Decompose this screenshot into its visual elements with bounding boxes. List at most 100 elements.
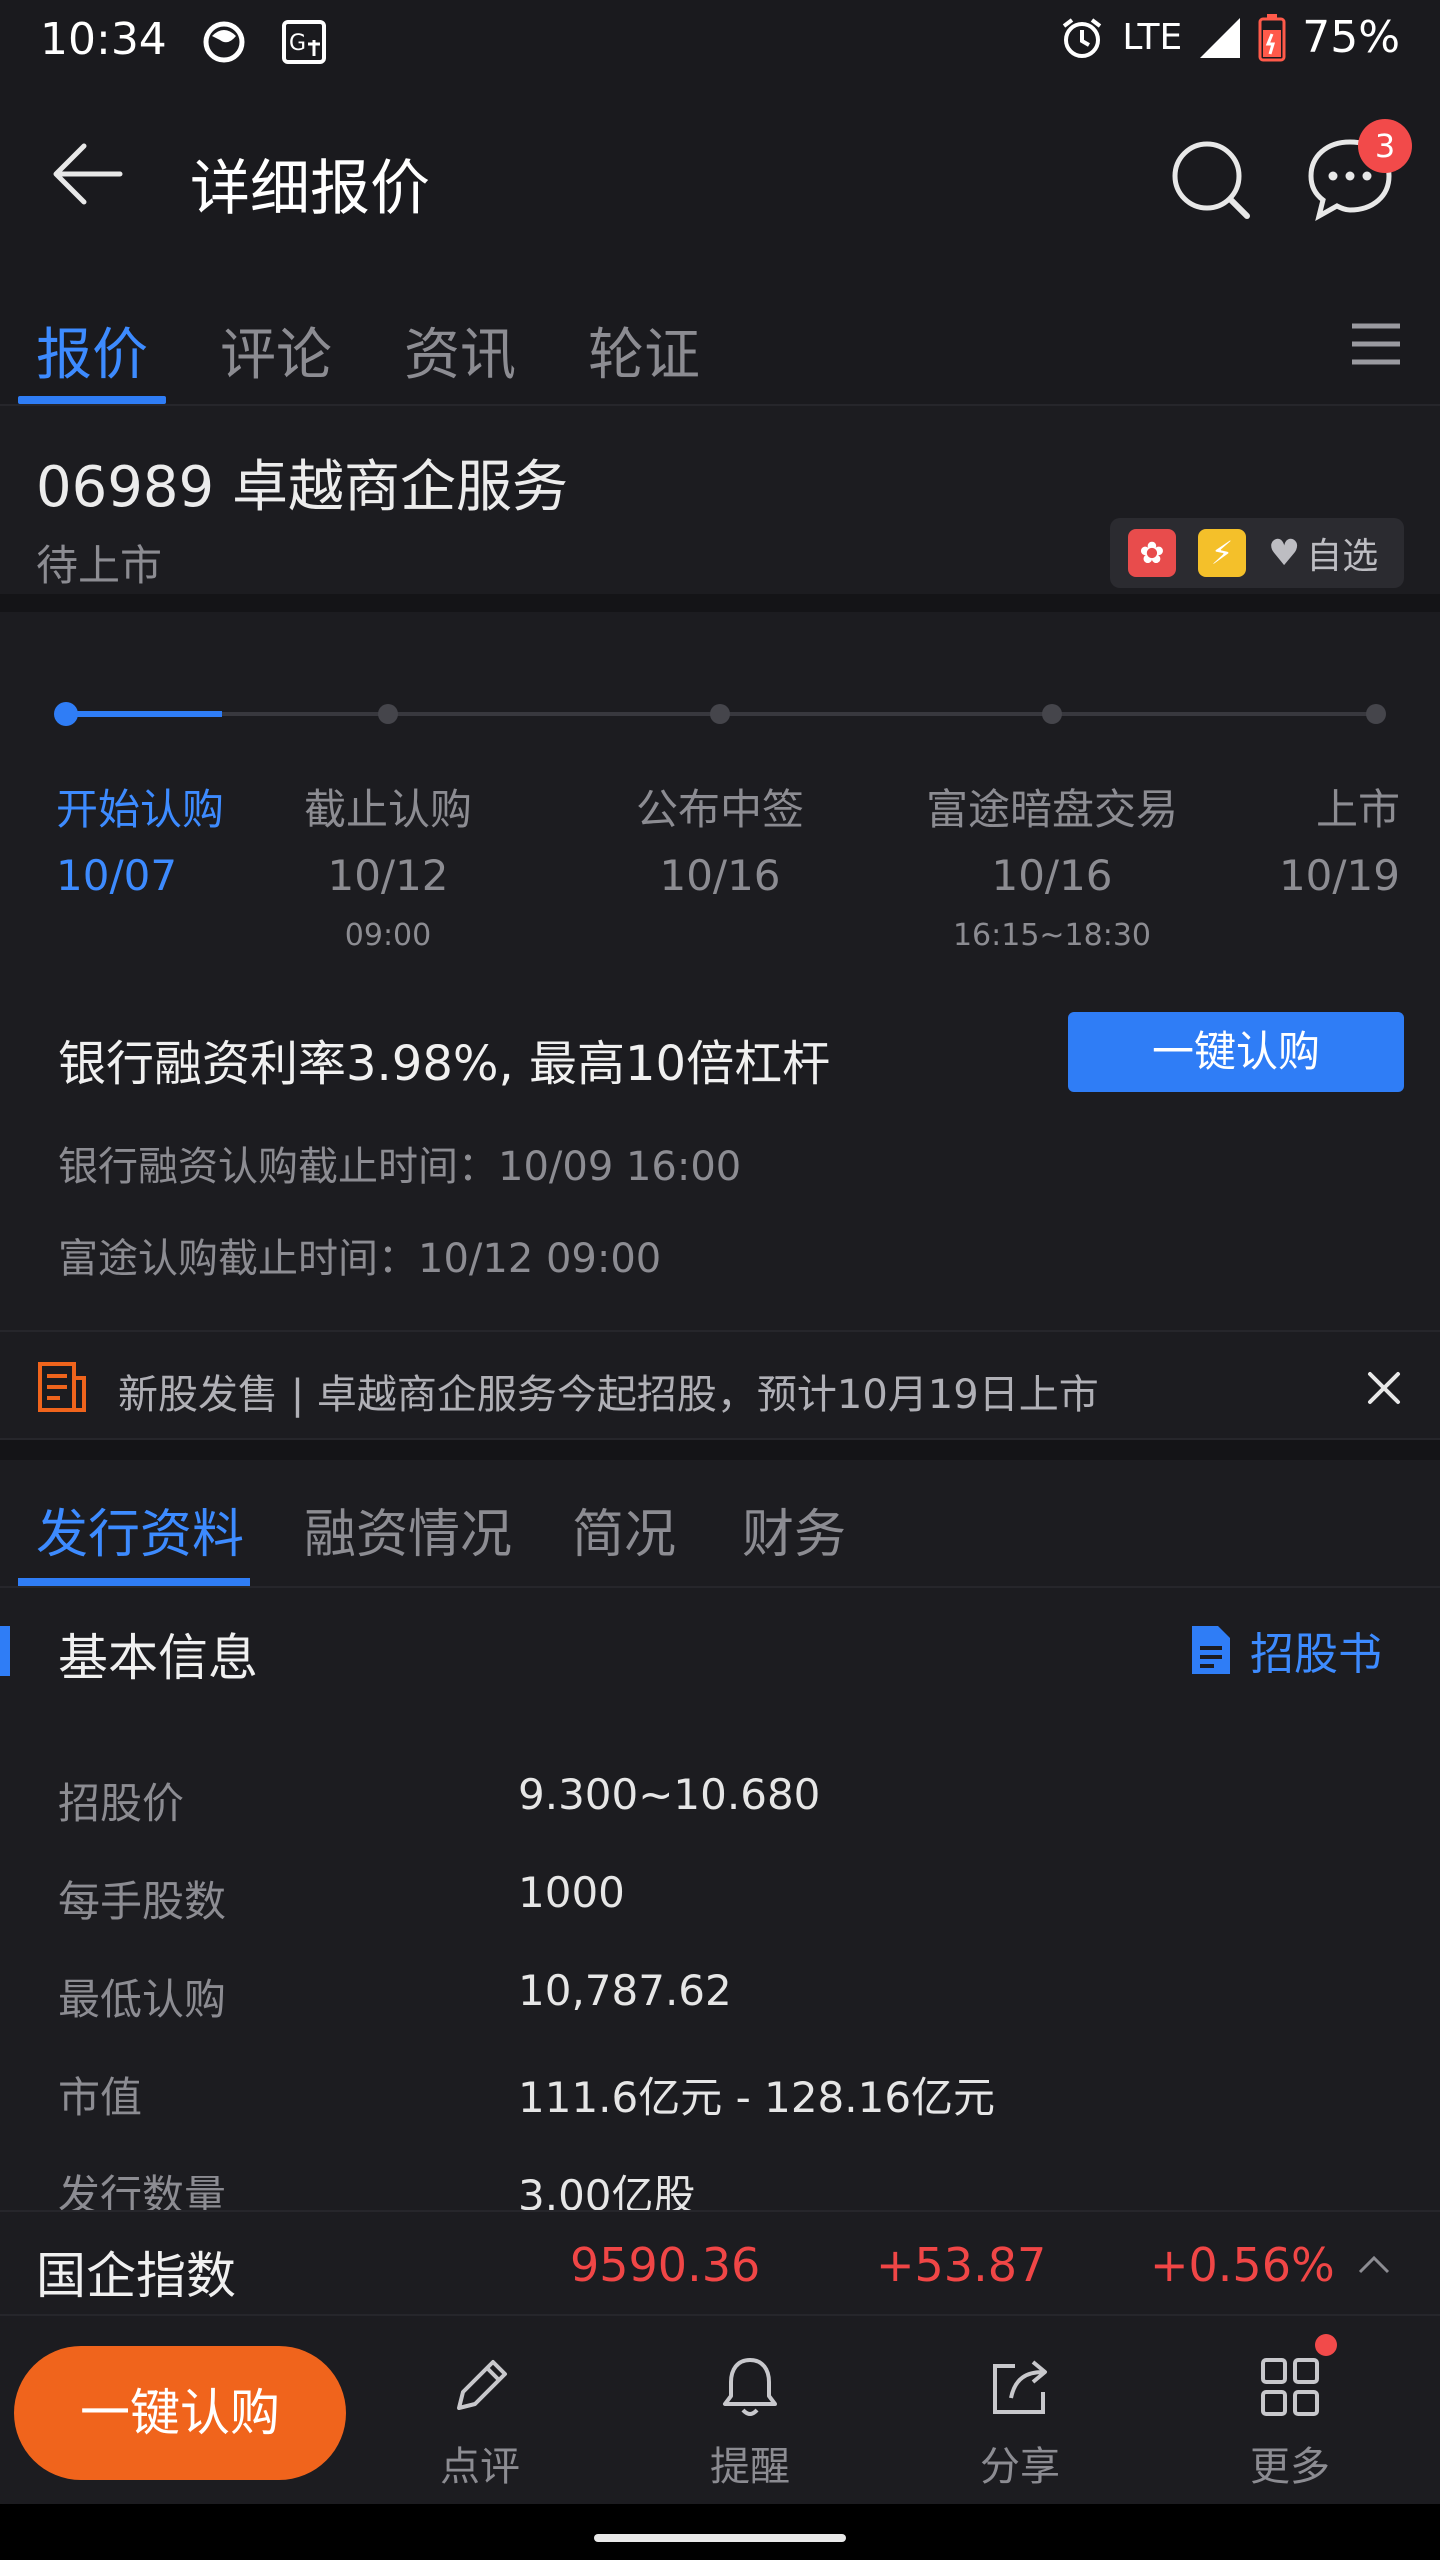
news-banner[interactable]: 新股发售 | 卓越商企服务今起招股，预计10月19日上市 — [0, 1330, 1440, 1440]
step-label: 开始认购 — [56, 785, 225, 834]
lightning-icon: ⚡ — [1198, 529, 1246, 577]
timeline-step: 截止认购 10/12 09:00 — [288, 776, 488, 953]
stock-tags: ✿ ⚡ ♥ 自选 — [1110, 518, 1404, 588]
alert-label: 提醒 — [710, 2444, 790, 2490]
pencil-icon — [457, 2360, 507, 2410]
app-header: 详细报价 3 — [0, 84, 1440, 280]
app-notification-icon — [203, 21, 245, 63]
info-key: 市值 — [58, 2073, 143, 2122]
info-value: 1000 — [518, 1868, 625, 1917]
prospectus-file-icon — [1192, 1626, 1230, 1674]
active-tab-indicator — [18, 396, 166, 404]
share-label: 分享 — [980, 2444, 1060, 2490]
step-label: 上市 — [1315, 785, 1400, 834]
tab-overview[interactable]: 简况 — [572, 1492, 676, 1567]
news-text: 新股发售 | 卓越商企服务今起招股，预计10月19日上市 — [118, 1372, 1099, 1418]
one-click-subscribe-button[interactable]: 一键认购 — [1068, 1012, 1404, 1092]
timeline-dot — [1042, 704, 1062, 724]
listing-status: 待上市 — [36, 541, 163, 590]
step-label: 公布中签 — [635, 785, 804, 834]
bank-deadline: 银行融资认购截止时间：10/09 16:00 — [58, 1144, 742, 1190]
tab-financing-status[interactable]: 融资情况 — [304, 1492, 512, 1567]
timeline-step: 富途暗盘交易 10/16 16:15~18:30 — [902, 776, 1202, 953]
timeline-progress — [64, 711, 222, 717]
step-time: 09:00 — [344, 918, 432, 953]
step-date: 10/16 — [991, 851, 1113, 900]
alert-button[interactable]: 提醒 — [650, 2352, 850, 2492]
tab-comments[interactable]: 评论 — [220, 310, 332, 391]
index-ticker[interactable]: 国企指数 9590.36 +53.87 +0.56% — [0, 2210, 1440, 2314]
tab-issue-info[interactable]: 发行资料 — [36, 1492, 244, 1567]
search-icon[interactable] — [1165, 134, 1255, 224]
step-time: 16:15~18:30 — [952, 918, 1152, 953]
tab-financials[interactable]: 财务 — [742, 1492, 846, 1567]
tab-warrants[interactable]: 轮证 — [588, 310, 700, 391]
status-time: 10:34 — [40, 14, 167, 65]
signal-icon — [1200, 17, 1241, 58]
heart-icon: ♥ — [1268, 532, 1301, 574]
review-label: 点评 — [440, 2444, 520, 2490]
chevron-up-icon[interactable] — [1354, 2250, 1394, 2278]
info-key: 招股价 — [58, 1779, 185, 1828]
close-icon[interactable] — [1362, 1366, 1406, 1410]
message-badge: 3 — [1358, 119, 1412, 173]
subscribe-button[interactable]: 一键认购 — [14, 2346, 346, 2480]
document-icon — [38, 1362, 86, 1412]
timeline-step: 上市 10/19 — [1250, 776, 1400, 900]
section-divider — [0, 1440, 1440, 1460]
menu-icon[interactable] — [1348, 316, 1404, 372]
svg-text:G: G — [289, 31, 306, 56]
more-notification-dot — [1315, 2334, 1337, 2356]
bottom-action-bar: 一键认购 点评 提醒 分享 更多 — [0, 2314, 1440, 2504]
stock-summary: 06989 卓越商企服务 待上市 ✿ ⚡ ♥ 自选 — [0, 406, 1440, 612]
more-label: 更多 — [1250, 2444, 1330, 2490]
page-title: 详细报价 — [190, 154, 430, 224]
financing-headline: 银行融资利率3.98%, 最高10倍杠杆 — [58, 1036, 831, 1092]
financing-info: 银行融资利率3.98%, 最高10倍杠杆 一键认购 银行融资认购截止时间：10/… — [0, 1010, 1440, 1310]
prospectus-link[interactable]: 招股书 — [1190, 1618, 1382, 1682]
step-label: 富途暗盘交易 — [925, 785, 1178, 834]
network-label: LTE — [1122, 17, 1183, 58]
futu-deadline: 富途认购截止时间：10/12 09:00 — [58, 1236, 662, 1282]
info-value: 10,787.62 — [518, 1966, 732, 2015]
share-button[interactable]: 分享 — [920, 2352, 1120, 2492]
favorite-label: 自选 — [1306, 536, 1379, 577]
timeline-dot — [378, 704, 398, 724]
more-button[interactable]: 更多 — [1190, 2352, 1390, 2492]
active-subtab-indicator — [18, 1578, 250, 1586]
timeline-dot — [710, 704, 730, 724]
tab-quote[interactable]: 报价 — [36, 310, 148, 391]
detail-tabs: 发行资料 融资情况 简况 财务 — [0, 1460, 1440, 1588]
timeline-step: 开始认购 10/07 — [56, 776, 224, 900]
prospectus-label: 招股书 — [1250, 1629, 1382, 1680]
section-title: 基本信息 — [58, 1629, 258, 1687]
step-date: 10/16 — [659, 851, 781, 900]
review-button[interactable]: 点评 — [380, 2352, 580, 2492]
grid-icon — [1261, 2358, 1319, 2416]
step-date: 10/19 — [1278, 851, 1400, 900]
basic-info-section: 基本信息 招股书 招股价 9.300~10.680 每手股数 1000 最低认购… — [0, 1590, 1440, 2220]
step-label: 截止认购 — [303, 785, 472, 834]
share-icon — [993, 2360, 1047, 2414]
index-change: +53.87 — [876, 2238, 1047, 2292]
home-handle[interactable] — [594, 2534, 846, 2542]
hk-flag-icon: ✿ — [1128, 529, 1176, 577]
battery-level: 75% — [1302, 12, 1400, 63]
timeline-dot — [54, 702, 78, 726]
info-value: 9.300~10.680 — [518, 1770, 821, 1819]
index-price: 9590.36 — [570, 2238, 761, 2292]
index-name: 国企指数 — [36, 2247, 236, 2305]
stock-code-name: 06989 卓越商企服务 — [36, 455, 568, 520]
info-key: 最低认购 — [58, 1975, 227, 2024]
info-key: 每手股数 — [58, 1877, 227, 1926]
tab-news[interactable]: 资讯 — [404, 310, 516, 391]
info-value: 111.6亿元 - 128.16亿元 — [518, 2073, 996, 2122]
step-date: 10/12 — [327, 851, 449, 900]
back-arrow-icon[interactable] — [48, 134, 128, 214]
top-tabs: 报价 评论 资讯 轮证 — [0, 280, 1440, 406]
status-bar: 10:34 G LTE 75% — [0, 0, 1440, 84]
favorite-button[interactable]: ♥ 自选 — [1268, 527, 1378, 579]
timeline-step: 公布中签 10/16 — [620, 776, 820, 900]
section-marker — [0, 1626, 10, 1676]
translate-icon: G — [282, 20, 326, 64]
